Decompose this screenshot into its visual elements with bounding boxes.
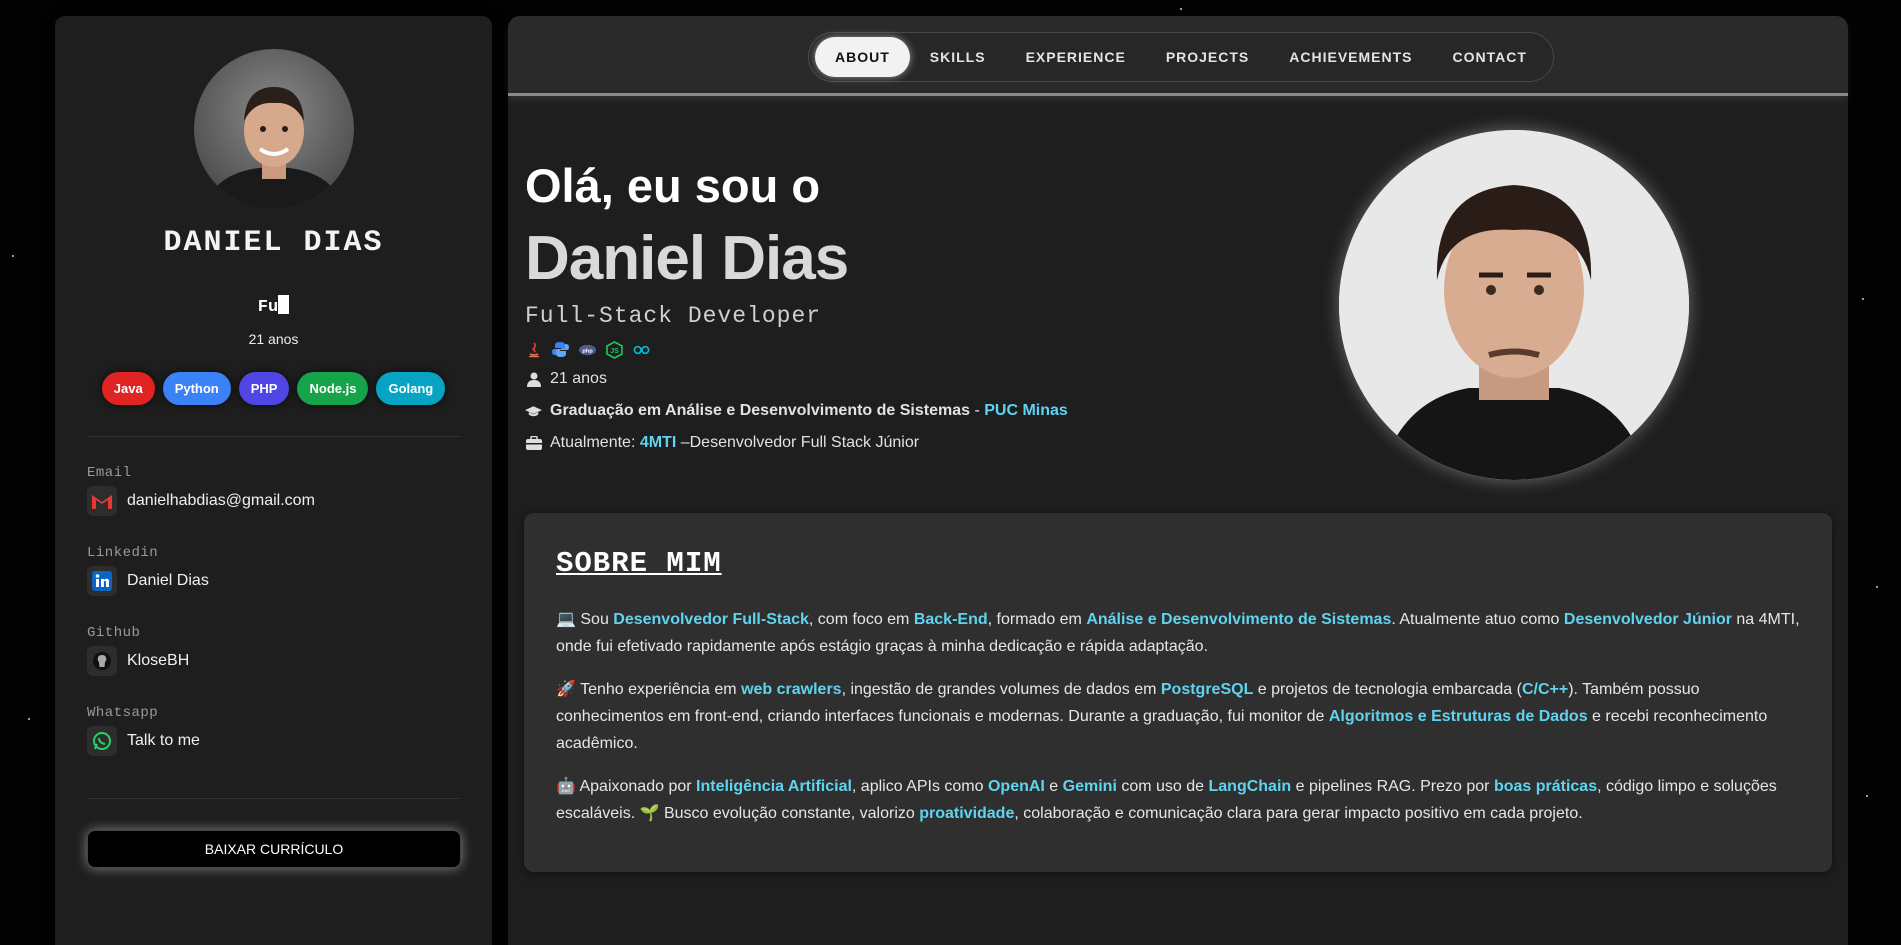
current-company: 4MTI xyxy=(639,434,677,451)
linkedin-value: Daniel Dias xyxy=(127,572,209,589)
linkedin-label: Linkedin xyxy=(87,545,159,561)
tab-skills[interactable]: SKILLS xyxy=(910,37,1006,77)
laptop-icon: 💻 xyxy=(556,611,576,628)
education-school: PUC Minas xyxy=(984,402,1068,419)
whatsapp-icon xyxy=(87,726,117,756)
github-label: Github xyxy=(87,625,141,641)
hero-name: Daniel Dias xyxy=(525,224,849,293)
tech-icons: php JS xyxy=(525,340,650,359)
tab-about[interactable]: ABOUT xyxy=(815,37,910,77)
nodejs-icon: JS xyxy=(606,340,623,359)
golang-icon xyxy=(633,341,650,358)
main-content: ABOUT SKILLS EXPERIENCE PROJECTS ACHIEVEMENT… xyxy=(508,16,1848,945)
profile-sidebar: DANIEL DIAS Fu 21 anos Java Python PHP Node… xyxy=(55,16,492,945)
star-decoration xyxy=(1862,298,1864,300)
about-paragraph-3: 🤖 Apaixonado por Inteligência Artificial… xyxy=(556,778,1777,822)
typed-text: Fu xyxy=(257,298,279,317)
about-paragraph-1: 💻 Sou Desenvolvedor Full-Stack, com foco… xyxy=(556,611,1800,655)
avatar xyxy=(194,49,354,209)
education-course: Graduação em Análise e Desenvolvimento d… xyxy=(550,402,971,419)
github-icon xyxy=(87,646,117,676)
skill-tag-python: Python xyxy=(162,372,231,405)
profile-name: DANIEL DIAS xyxy=(163,226,384,260)
java-icon xyxy=(525,341,542,358)
graduation-cap-icon xyxy=(525,405,542,418)
skill-tag-java: Java xyxy=(101,372,155,405)
star-decoration xyxy=(28,718,30,720)
svg-text:JS: JS xyxy=(610,348,619,355)
tab-experience[interactable]: EXPERIENCE xyxy=(1006,37,1146,77)
about-section: SOBRE MIM 💻 Sou Desenvolvedor Full-Stack… xyxy=(524,513,1832,872)
star-decoration xyxy=(1180,8,1182,10)
about-title: SOBRE MIM xyxy=(556,547,722,580)
tab-contact[interactable]: CONTACT xyxy=(1433,37,1547,77)
current-job-row: Atualmente: 4MTI –Desenvolvedor Full Sta… xyxy=(525,434,919,452)
email-label: Email xyxy=(87,465,132,481)
divider xyxy=(87,436,460,437)
svg-text:php: php xyxy=(582,348,593,354)
skill-tags: Java Python PHP Node.js Golang xyxy=(55,372,492,405)
briefcase-icon xyxy=(525,436,542,450)
whatsapp-label: Whatsapp xyxy=(87,705,159,721)
current-prefix: Atualmente: xyxy=(550,434,640,451)
star-decoration xyxy=(1876,586,1878,588)
star-decoration xyxy=(1866,795,1868,797)
user-icon xyxy=(525,372,542,387)
greeting: Olá, eu sou o xyxy=(525,159,821,212)
whatsapp-link[interactable]: Talk to me xyxy=(87,726,200,756)
php-icon: php xyxy=(579,341,596,358)
education-row: Graduação em Análise e Desenvolvimento d… xyxy=(525,402,1068,420)
hero-age-row: 21 anos xyxy=(525,370,607,388)
download-cv-button[interactable]: BAIXAR CURRÍCULO xyxy=(87,830,461,868)
github-link[interactable]: KloseBH xyxy=(87,646,189,676)
linkedin-icon xyxy=(87,566,117,596)
typed-role-text: Fu xyxy=(55,295,492,317)
github-value: KloseBH xyxy=(127,652,190,669)
current-suffix: –Desenvolvedor Full Stack Júnior xyxy=(676,434,920,451)
hero-age: 21 anos xyxy=(550,370,607,387)
skill-tag-php: PHP xyxy=(238,372,290,405)
skill-tag-nodejs: Node.js xyxy=(297,372,369,405)
star-decoration xyxy=(12,255,14,257)
typing-cursor xyxy=(278,295,290,314)
skill-tag-golang: Golang xyxy=(376,372,446,405)
profile-photo xyxy=(1339,130,1689,480)
email-link[interactable]: danielhabdias@gmail.com xyxy=(87,486,315,516)
tab-achievements[interactable]: ACHIEVEMENTS xyxy=(1269,37,1432,77)
divider xyxy=(87,798,460,799)
robot-icon: 🤖 xyxy=(556,778,576,795)
rocket-icon: 🚀 xyxy=(556,681,576,698)
hero-role: Full-Stack Developer xyxy=(525,303,822,329)
linkedin-link[interactable]: Daniel Dias xyxy=(87,566,209,596)
whatsapp-value: Talk to me xyxy=(127,732,200,749)
tab-projects[interactable]: PROJECTS xyxy=(1146,37,1269,77)
profile-age: 21 anos xyxy=(248,331,299,347)
top-navbar: ABOUT SKILLS EXPERIENCE PROJECTS ACHIEVEMENT… xyxy=(508,16,1848,96)
email-value: danielhabdias@gmail.com xyxy=(127,492,315,509)
about-paragraph-2: 🚀 Tenho experiência em web crawlers, ing… xyxy=(556,681,1768,752)
section-nav: ABOUT SKILLS EXPERIENCE PROJECTS ACHIEVEMENT… xyxy=(808,32,1554,82)
gmail-icon xyxy=(87,486,117,516)
python-icon xyxy=(552,341,569,358)
seedling-icon: 🌱 xyxy=(639,805,660,822)
education-separator: - xyxy=(970,402,985,419)
